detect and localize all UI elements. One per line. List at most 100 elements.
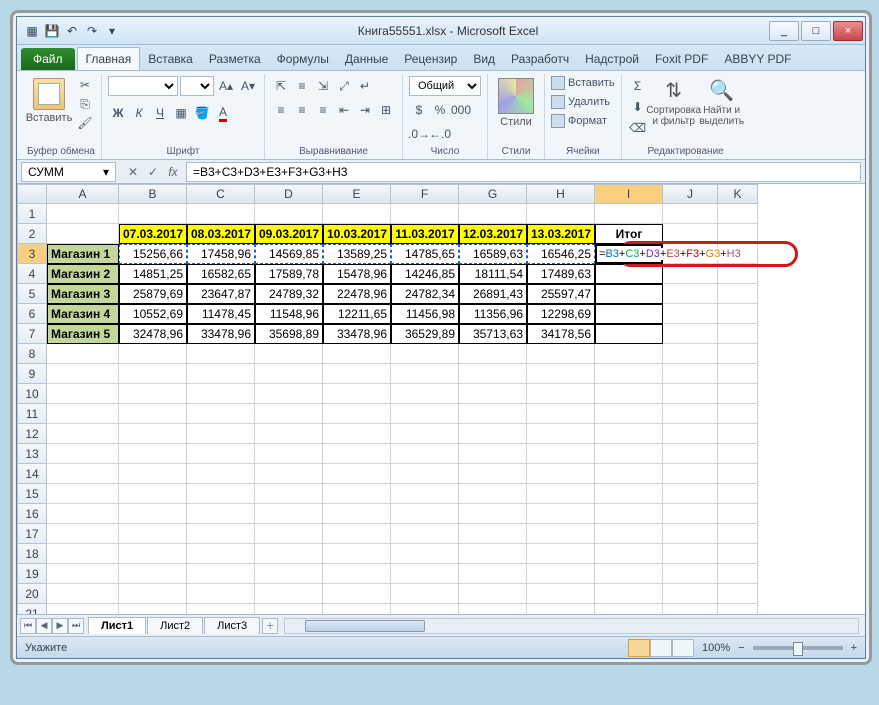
cell-J12[interactable] bbox=[663, 424, 718, 444]
minimize-button[interactable]: _ bbox=[769, 21, 799, 41]
cell-G1[interactable] bbox=[459, 204, 527, 224]
cell-K8[interactable] bbox=[718, 344, 758, 364]
cell-H21[interactable] bbox=[527, 604, 595, 614]
cell-K1[interactable] bbox=[718, 204, 758, 224]
cell-A9[interactable] bbox=[47, 364, 119, 384]
cell-C5[interactable]: 23647,87 bbox=[187, 284, 255, 304]
cell-K15[interactable] bbox=[718, 484, 758, 504]
cell-I5[interactable] bbox=[595, 284, 663, 304]
cell-I1[interactable] bbox=[595, 204, 663, 224]
cell-E16[interactable] bbox=[323, 504, 391, 524]
cell-A11[interactable] bbox=[47, 404, 119, 424]
cell-F18[interactable] bbox=[391, 544, 459, 564]
cell-D17[interactable] bbox=[255, 524, 323, 544]
cell-I16[interactable] bbox=[595, 504, 663, 524]
indent-inc-icon[interactable]: ⇥ bbox=[355, 100, 375, 120]
cell-H15[interactable] bbox=[527, 484, 595, 504]
cell-B6[interactable]: 10552,69 bbox=[119, 304, 187, 324]
qat-dropdown-icon[interactable]: ▾ bbox=[103, 22, 121, 40]
cell-E13[interactable] bbox=[323, 444, 391, 464]
cell-D15[interactable] bbox=[255, 484, 323, 504]
close-button[interactable]: × bbox=[833, 21, 863, 41]
font-select[interactable] bbox=[108, 76, 178, 96]
cell-A10[interactable] bbox=[47, 384, 119, 404]
cell-K17[interactable] bbox=[718, 524, 758, 544]
cell-F21[interactable] bbox=[391, 604, 459, 614]
namebox-dropdown-icon[interactable]: ▾ bbox=[103, 165, 109, 179]
cell-G17[interactable] bbox=[459, 524, 527, 544]
cell-I19[interactable] bbox=[595, 564, 663, 584]
cell-I2[interactable]: Итог bbox=[595, 224, 663, 244]
cell-K9[interactable] bbox=[718, 364, 758, 384]
cell-I7[interactable] bbox=[595, 324, 663, 344]
cell-I14[interactable] bbox=[595, 464, 663, 484]
cell-D2[interactable]: 09.03.2017 bbox=[255, 224, 323, 244]
cell-G19[interactable] bbox=[459, 564, 527, 584]
cell-K4[interactable] bbox=[718, 264, 758, 284]
delete-cells-button[interactable]: Удалить bbox=[551, 95, 610, 109]
tab-foxit[interactable]: Foxit PDF bbox=[647, 48, 716, 70]
cell-K10[interactable] bbox=[718, 384, 758, 404]
cell-A5[interactable]: Магазин 3 bbox=[47, 284, 119, 304]
excel-icon[interactable]: ▦ bbox=[23, 22, 41, 40]
cell-E9[interactable] bbox=[323, 364, 391, 384]
cell-H10[interactable] bbox=[527, 384, 595, 404]
col-header-F[interactable]: F bbox=[391, 184, 459, 204]
cell-B15[interactable] bbox=[119, 484, 187, 504]
sheet-tab-1[interactable]: Лист1 bbox=[88, 617, 146, 634]
cell-D5[interactable]: 24789,32 bbox=[255, 284, 323, 304]
cell-F1[interactable] bbox=[391, 204, 459, 224]
cell-E12[interactable] bbox=[323, 424, 391, 444]
cell-J13[interactable] bbox=[663, 444, 718, 464]
cell-E15[interactable] bbox=[323, 484, 391, 504]
cell-A17[interactable] bbox=[47, 524, 119, 544]
cell-B10[interactable] bbox=[119, 384, 187, 404]
cell-D11[interactable] bbox=[255, 404, 323, 424]
cell-A15[interactable] bbox=[47, 484, 119, 504]
cell-A6[interactable]: Магазин 4 bbox=[47, 304, 119, 324]
cell-G18[interactable] bbox=[459, 544, 527, 564]
cell-A7[interactable]: Магазин 5 bbox=[47, 324, 119, 344]
cell-G16[interactable] bbox=[459, 504, 527, 524]
cell-J9[interactable] bbox=[663, 364, 718, 384]
enter-formula-icon[interactable]: ✓ bbox=[144, 163, 162, 181]
cell-C2[interactable]: 08.03.2017 bbox=[187, 224, 255, 244]
cell-F17[interactable] bbox=[391, 524, 459, 544]
cell-J11[interactable] bbox=[663, 404, 718, 424]
col-header-I[interactable]: I bbox=[595, 184, 663, 204]
wrap-icon[interactable]: ↵ bbox=[355, 76, 375, 96]
save-icon[interactable]: 💾 bbox=[43, 22, 61, 40]
cell-I15[interactable] bbox=[595, 484, 663, 504]
cell-B4[interactable]: 14851,25 bbox=[119, 264, 187, 284]
cell-D6[interactable]: 11548,96 bbox=[255, 304, 323, 324]
cell-E11[interactable] bbox=[323, 404, 391, 424]
sheet-tab-3[interactable]: Лист3 bbox=[204, 617, 260, 634]
cell-H8[interactable] bbox=[527, 344, 595, 364]
cell-J16[interactable] bbox=[663, 504, 718, 524]
cell-K20[interactable] bbox=[718, 584, 758, 604]
cell-C3[interactable]: 17458,96 bbox=[187, 244, 255, 264]
col-header-E[interactable]: E bbox=[323, 184, 391, 204]
cell-I17[interactable] bbox=[595, 524, 663, 544]
undo-icon[interactable]: ↶ bbox=[63, 22, 81, 40]
cell-D21[interactable] bbox=[255, 604, 323, 614]
cell-G10[interactable] bbox=[459, 384, 527, 404]
cell-H11[interactable] bbox=[527, 404, 595, 424]
row-header-21[interactable]: 21 bbox=[17, 604, 47, 614]
cell-K5[interactable] bbox=[718, 284, 758, 304]
cell-J21[interactable] bbox=[663, 604, 718, 614]
col-header-C[interactable]: C bbox=[187, 184, 255, 204]
cell-A8[interactable] bbox=[47, 344, 119, 364]
cell-A18[interactable] bbox=[47, 544, 119, 564]
row-header-10[interactable]: 10 bbox=[17, 384, 47, 404]
cell-G4[interactable]: 18111,54 bbox=[459, 264, 527, 284]
cell-D20[interactable] bbox=[255, 584, 323, 604]
cell-E4[interactable]: 15478,96 bbox=[323, 264, 391, 284]
cell-D3[interactable]: 14569,85 bbox=[255, 244, 323, 264]
cell-H5[interactable]: 25597,47 bbox=[527, 284, 595, 304]
copy-icon[interactable]: ⎘ bbox=[75, 95, 95, 113]
row-header-13[interactable]: 13 bbox=[17, 444, 47, 464]
cell-G12[interactable] bbox=[459, 424, 527, 444]
cell-D14[interactable] bbox=[255, 464, 323, 484]
cell-K7[interactable] bbox=[718, 324, 758, 344]
